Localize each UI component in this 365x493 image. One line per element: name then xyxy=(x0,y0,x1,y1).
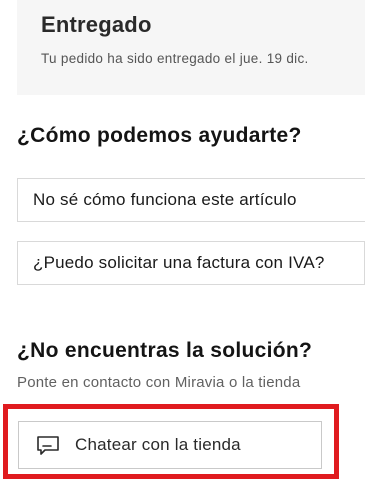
contact-description: Ponte en contacto con Miravia o la tiend… xyxy=(17,374,301,391)
delivery-status-text: Tu pedido ha sido entregado el jue. 19 d… xyxy=(41,51,309,66)
chat-with-store-button[interactable]: Chatear con la tienda xyxy=(18,421,322,469)
chat-icon xyxy=(36,433,60,457)
help-heading: ¿Cómo podemos ayudarte? xyxy=(17,124,302,147)
help-option-invoice-vat[interactable]: ¿Puedo solicitar una factura con IVA? xyxy=(17,241,365,285)
order-help-page: Entregado Tu pedido ha sido entregado el… xyxy=(0,0,365,493)
help-option-how-it-works[interactable]: No sé cómo funciona este artículo xyxy=(17,178,365,222)
contact-heading: ¿No encuentras la solución? xyxy=(17,339,313,362)
chat-button-label: Chatear con la tienda xyxy=(75,435,241,454)
delivery-status-title: Entregado xyxy=(41,12,152,37)
delivery-status-card: Entregado Tu pedido ha sido entregado el… xyxy=(17,0,365,95)
